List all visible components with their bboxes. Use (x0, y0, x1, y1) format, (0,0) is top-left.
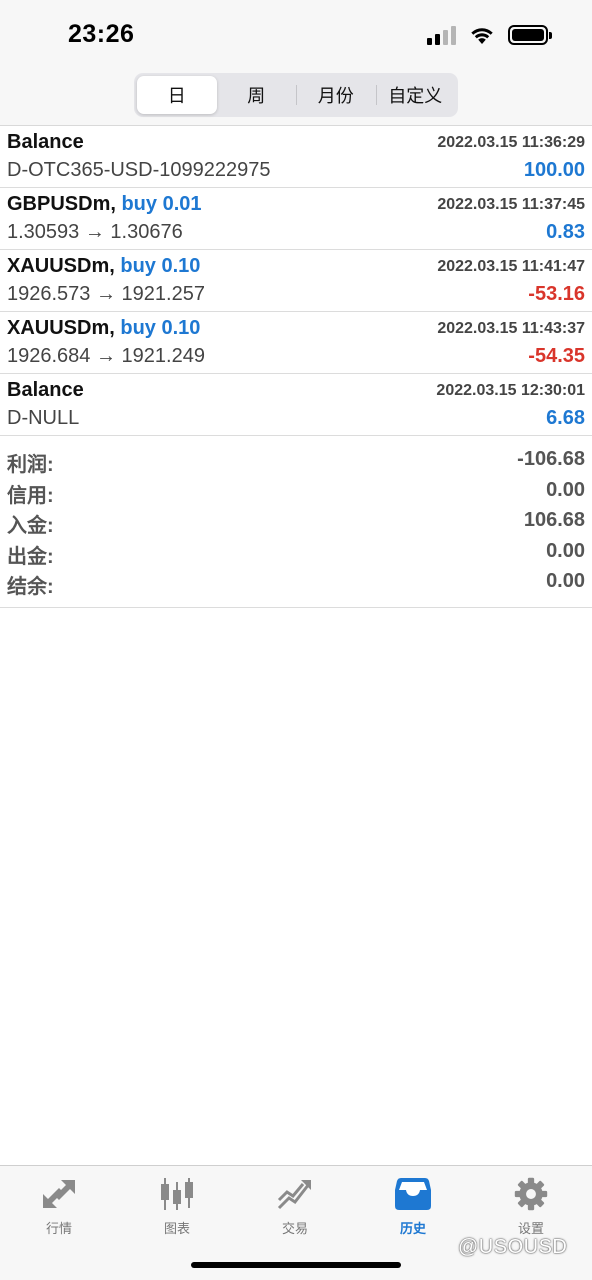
summary-value: 0.00 (546, 570, 585, 592)
deal-symbol: GBPUSDm, (7, 193, 116, 215)
history-inbox-icon (395, 1178, 431, 1210)
deal-trade: buy 0.01 (121, 193, 202, 215)
summary-label: 利润: (7, 454, 54, 476)
summary-credit: 信用: 0.00 (0, 477, 592, 508)
wifi-icon (471, 28, 493, 44)
summary-block: 利润: -106.68 信用: 0.00 入金: 106.68 出金: 0.00… (0, 437, 592, 608)
deal-symbol: XAUUSDm, (7, 255, 115, 277)
summary-label: 信用: (7, 484, 54, 507)
deal-symbol: XAUUSDm, (7, 317, 115, 339)
period-segmented-control: 日 周 月份 自定义 (134, 73, 458, 117)
tab-trade[interactable]: 交易 (236, 1176, 354, 1236)
tab-label: 图表 (163, 1221, 190, 1236)
deal-detail: 1926.573 → 1921.257 (7, 283, 205, 305)
summary-withdrawal: 出金: 0.00 (0, 538, 592, 569)
status-time: 23:26 (68, 20, 135, 48)
home-indicator[interactable] (191, 1262, 401, 1268)
deal-amount: -53.16 (528, 283, 585, 305)
deal-row[interactable]: Balance 2022.03.15 12:30:01 D-NULL 6.68 (0, 374, 592, 436)
deal-time: 2022.03.15 11:43:37 (437, 320, 585, 337)
tab-chart[interactable]: 图表 (118, 1176, 236, 1236)
tab-settings[interactable]: 设置 (472, 1176, 590, 1236)
summary-label: 出金: (7, 545, 54, 568)
tab-week[interactable]: 周 (217, 76, 297, 114)
tab-label: 交易 (281, 1221, 308, 1236)
summary-value: 0.00 (546, 478, 585, 501)
summary-balance: 结余: 0.00 (0, 568, 592, 599)
tab-quotes[interactable]: 行情 (0, 1176, 118, 1236)
tab-label: 历史 (399, 1221, 426, 1236)
gear-icon (514, 1177, 548, 1211)
tab-custom[interactable]: 自定义 (375, 76, 456, 114)
deal-amount: 6.68 (546, 407, 585, 429)
trade-trend-icon (277, 1180, 311, 1210)
deal-row[interactable]: GBPUSDm, buy 0.01 2022.03.15 11:37:45 1.… (0, 188, 592, 250)
deal-trade: buy 0.10 (120, 255, 201, 277)
header-area: 23:26 日 周 月份 自定义 (0, 0, 592, 126)
deal-time: 2022.03.15 11:36:29 (437, 134, 585, 151)
quotes-arrows-icon (43, 1180, 75, 1208)
deal-time: 2022.03.15 11:41:47 (437, 258, 585, 275)
tab-label: 设置 (517, 1221, 544, 1236)
deal-detail: D-NULL (7, 407, 80, 429)
status-icons (427, 22, 552, 48)
deal-row[interactable]: Balance 2022.03.15 11:36:29 D-OTC365-USD… (0, 126, 592, 188)
deal-time: 2022.03.15 12:30:01 (436, 382, 585, 399)
cellular-signal-icon (427, 25, 456, 45)
summary-value: 106.68 (523, 509, 585, 531)
deal-amount: 100.00 (523, 159, 585, 181)
deal-time: 2022.03.15 11:37:45 (437, 196, 585, 213)
deal-detail: 1926.684 → 1921.249 (7, 345, 205, 367)
battery-icon (508, 25, 552, 45)
summary-label: 结余: (7, 576, 54, 598)
tab-history[interactable]: 历史 (354, 1176, 472, 1236)
summary-value: -106.68 (517, 448, 585, 470)
deal-amount: 0.83 (546, 221, 585, 243)
deal-detail: 1.30593 → 1.30676 (7, 221, 183, 243)
deal-row[interactable]: XAUUSDm, buy 0.10 2022.03.15 11:41:47 19… (0, 250, 592, 312)
deal-symbol: Balance (7, 131, 84, 153)
watermark-text: @USOUSD (458, 1236, 568, 1258)
deal-amount: -54.35 (528, 345, 585, 367)
summary-value: 0.00 (546, 539, 585, 562)
deal-symbol: Balance (7, 379, 84, 401)
deal-detail: D-OTC365-USD-1099222975 (7, 159, 271, 181)
deals-list: Balance 2022.03.15 11:36:29 D-OTC365-USD… (0, 126, 592, 436)
deal-trade: buy 0.10 (120, 317, 201, 339)
deal-row[interactable]: XAUUSDm, buy 0.10 2022.03.15 11:43:37 19… (0, 312, 592, 374)
tab-label: 行情 (45, 1221, 72, 1236)
summary-deposit: 入金: 106.68 (0, 507, 592, 538)
tab-month[interactable]: 月份 (296, 76, 376, 114)
summary-profit: 利润: -106.68 (0, 446, 592, 477)
tab-day[interactable]: 日 (137, 76, 217, 114)
summary-label: 入金: (7, 515, 54, 537)
candlestick-chart-icon (161, 1178, 193, 1210)
